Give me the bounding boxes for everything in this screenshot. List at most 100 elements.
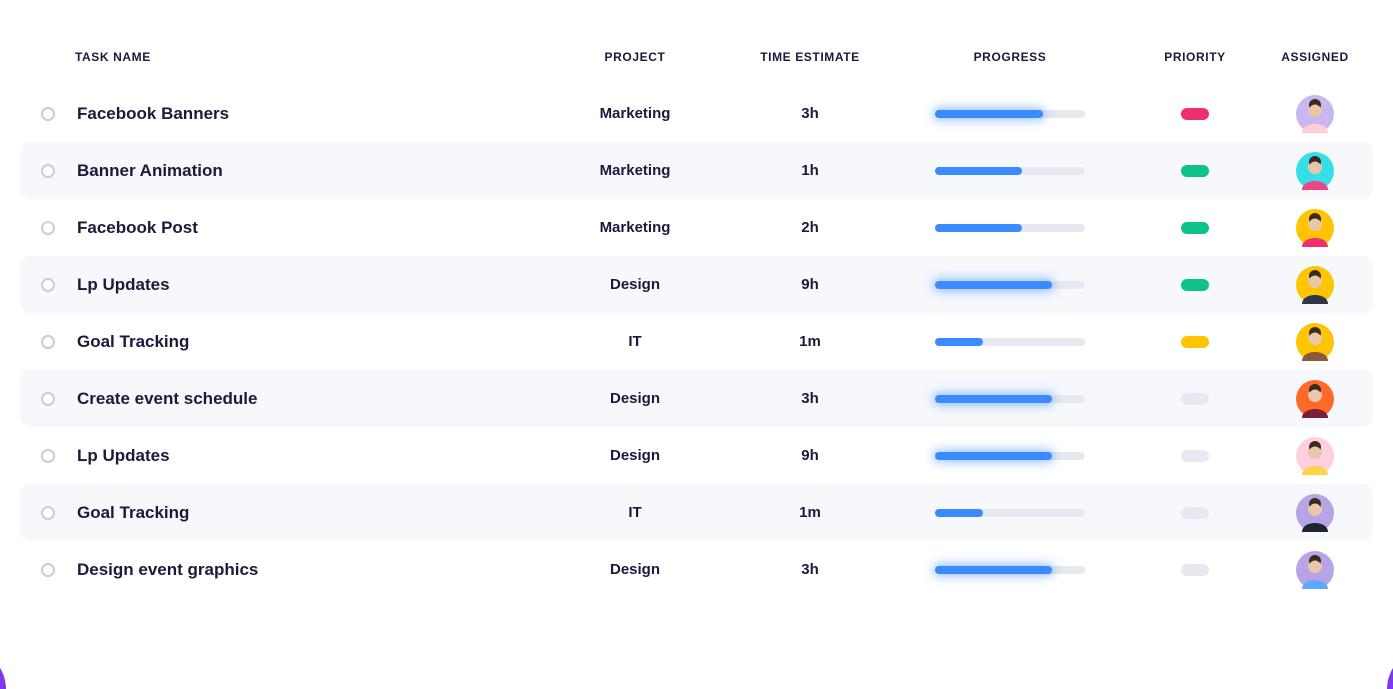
- table-row[interactable]: Design event graphicsDesign3h: [20, 541, 1373, 598]
- progress-bar[interactable]: [935, 566, 1085, 574]
- task-name[interactable]: Banner Animation: [75, 161, 545, 181]
- avatar[interactable]: [1296, 323, 1334, 361]
- row-select-cell: [20, 221, 75, 235]
- task-priority-cell: [1125, 222, 1265, 234]
- task-assigned-cell: [1265, 95, 1365, 133]
- col-header-task-name: TASK NAME: [75, 50, 545, 64]
- task-name[interactable]: Create event schedule: [75, 389, 545, 409]
- table-row[interactable]: Create event scheduleDesign3h: [20, 370, 1373, 427]
- task-progress-cell: [895, 110, 1125, 118]
- task-progress-cell: [895, 224, 1125, 232]
- task-assigned-cell: [1265, 152, 1365, 190]
- row-select-radio[interactable]: [41, 563, 55, 577]
- priority-pill[interactable]: [1181, 564, 1209, 576]
- table-row[interactable]: Lp UpdatesDesign9h: [20, 427, 1373, 484]
- col-header-assigned: ASSIGNED: [1265, 50, 1365, 64]
- row-select-radio[interactable]: [41, 278, 55, 292]
- task-assigned-cell: [1265, 209, 1365, 247]
- row-select-radio[interactable]: [41, 506, 55, 520]
- progress-bar-fill: [935, 110, 1043, 118]
- row-select-cell: [20, 392, 75, 406]
- avatar[interactable]: [1296, 266, 1334, 304]
- progress-bar[interactable]: [935, 110, 1085, 118]
- priority-pill[interactable]: [1181, 222, 1209, 234]
- row-select-radio[interactable]: [41, 107, 55, 121]
- task-name[interactable]: Facebook Post: [75, 218, 545, 238]
- priority-pill[interactable]: [1181, 507, 1209, 519]
- row-select-cell: [20, 449, 75, 463]
- row-select-cell: [20, 506, 75, 520]
- row-select-cell: [20, 563, 75, 577]
- row-select-radio[interactable]: [41, 221, 55, 235]
- task-name[interactable]: Design event graphics: [75, 560, 545, 580]
- avatar[interactable]: [1296, 494, 1334, 532]
- task-assigned-cell: [1265, 551, 1365, 589]
- avatar[interactable]: [1296, 551, 1334, 589]
- priority-pill[interactable]: [1181, 279, 1209, 291]
- task-name[interactable]: Goal Tracking: [75, 503, 545, 523]
- task-project: Design: [545, 276, 725, 293]
- avatar[interactable]: [1296, 152, 1334, 190]
- task-project: Design: [545, 561, 725, 578]
- table-row[interactable]: Banner AnimationMarketing1h: [20, 142, 1373, 199]
- progress-bar[interactable]: [935, 395, 1085, 403]
- task-project: Marketing: [545, 219, 725, 236]
- task-project: IT: [545, 504, 725, 521]
- task-time-estimate: 3h: [725, 390, 895, 407]
- task-project: IT: [545, 333, 725, 350]
- task-assigned-cell: [1265, 437, 1365, 475]
- table-row[interactable]: Goal TrackingIT1m: [20, 313, 1373, 370]
- task-project: Marketing: [545, 105, 725, 122]
- col-header-priority: PRIORITY: [1125, 50, 1265, 64]
- progress-bar[interactable]: [935, 509, 1085, 517]
- progress-bar[interactable]: [935, 281, 1085, 289]
- priority-pill[interactable]: [1181, 165, 1209, 177]
- task-project: Marketing: [545, 162, 725, 179]
- task-name[interactable]: Lp Updates: [75, 275, 545, 295]
- task-name[interactable]: Facebook Banners: [75, 104, 545, 124]
- task-time-estimate: 2h: [725, 219, 895, 236]
- progress-bar[interactable]: [935, 338, 1085, 346]
- task-priority-cell: [1125, 336, 1265, 348]
- priority-pill[interactable]: [1181, 450, 1209, 462]
- progress-bar-fill: [935, 338, 983, 346]
- row-select-cell: [20, 107, 75, 121]
- task-progress-cell: [895, 338, 1125, 346]
- task-name[interactable]: Lp Updates: [75, 446, 545, 466]
- priority-pill[interactable]: [1181, 393, 1209, 405]
- progress-bar-fill: [935, 566, 1052, 574]
- row-select-radio[interactable]: [41, 164, 55, 178]
- task-time-estimate: 3h: [725, 105, 895, 122]
- task-time-estimate: 9h: [725, 276, 895, 293]
- row-select-radio[interactable]: [41, 335, 55, 349]
- task-progress-cell: [895, 395, 1125, 403]
- progress-bar[interactable]: [935, 224, 1085, 232]
- avatar[interactable]: [1296, 209, 1334, 247]
- row-select-radio[interactable]: [41, 392, 55, 406]
- progress-bar-fill: [935, 281, 1052, 289]
- table-row[interactable]: Goal TrackingIT1m: [20, 484, 1373, 541]
- row-select-radio[interactable]: [41, 449, 55, 463]
- col-header-progress: PROGRESS: [895, 50, 1125, 64]
- table-row[interactable]: Lp UpdatesDesign9h: [20, 256, 1373, 313]
- task-table: TASK NAME PROJECT TIME ESTIMATE PROGRESS…: [20, 20, 1373, 635]
- progress-bar-fill: [935, 224, 1022, 232]
- progress-bar[interactable]: [935, 452, 1085, 460]
- progress-bar[interactable]: [935, 167, 1085, 175]
- priority-pill[interactable]: [1181, 336, 1209, 348]
- avatar[interactable]: [1296, 380, 1334, 418]
- table-row[interactable]: Facebook PostMarketing2h: [20, 199, 1373, 256]
- task-time-estimate: 1m: [725, 333, 895, 350]
- table-row[interactable]: Facebook BannersMarketing3h: [20, 85, 1373, 142]
- priority-pill[interactable]: [1181, 108, 1209, 120]
- avatar[interactable]: [1296, 95, 1334, 133]
- row-select-cell: [20, 278, 75, 292]
- table-header: TASK NAME PROJECT TIME ESTIMATE PROGRESS…: [20, 20, 1373, 75]
- task-name[interactable]: Goal Tracking: [75, 332, 545, 352]
- progress-bar-fill: [935, 395, 1052, 403]
- task-priority-cell: [1125, 564, 1265, 576]
- avatar[interactable]: [1296, 437, 1334, 475]
- task-time-estimate: 3h: [725, 561, 895, 578]
- progress-bar-fill: [935, 452, 1052, 460]
- task-project: Design: [545, 447, 725, 464]
